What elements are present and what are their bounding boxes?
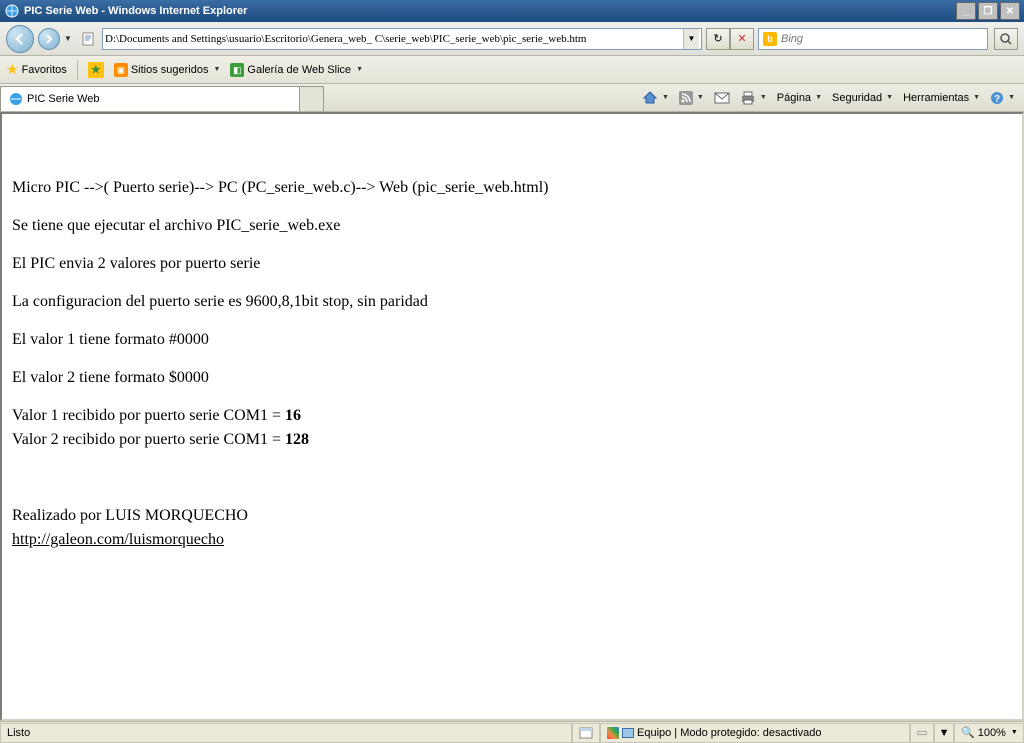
minimize-button[interactable]: _	[956, 2, 976, 20]
svg-text:?: ?	[994, 94, 1000, 105]
status-zone[interactable]: Equipo | Modo protegido: desactivado	[600, 723, 910, 743]
author-line: Realizado por LUIS MORQUECHO	[12, 504, 1012, 528]
pagina-label: Página	[777, 92, 811, 104]
refresh-button[interactable]: ↻	[706, 28, 730, 50]
nav-bar: ▼ ▼ ↻ ✕ b	[0, 22, 1024, 56]
zoom-icon: 🔍	[961, 726, 975, 739]
page-line-1: Micro PIC -->( Puerto serie)--> PC (PC_s…	[12, 176, 1012, 200]
progress-icon	[917, 727, 927, 739]
status-ready-text: Listo	[7, 727, 30, 739]
maximize-button[interactable]: ❐	[978, 2, 998, 20]
window-controls: _ ❐ ✕	[956, 2, 1020, 20]
herramientas-label: Herramientas	[903, 92, 969, 104]
favorites-label: Favoritos	[22, 64, 67, 76]
page-line-4: La configuracion del puerto serie es 960…	[12, 290, 1012, 314]
mail-button[interactable]	[711, 90, 733, 106]
rss-icon	[679, 91, 693, 105]
status-bar: Listo Equipo | Modo protegido: desactiva…	[0, 721, 1024, 743]
feeds-button[interactable]: ▼	[676, 89, 707, 107]
chevron-down-icon: ▼	[213, 66, 220, 73]
monitor-icon	[622, 728, 634, 738]
add-favorite-icon: ★	[88, 62, 104, 78]
tab-command-bar: PIC Serie Web ▼ ▼ ▼ Página ▼ Seguridad ▼…	[0, 84, 1024, 112]
nav-history-dropdown[interactable]: ▼	[64, 34, 76, 43]
valor2-label: Valor 2 recibido por puerto serie COM1 =	[12, 431, 285, 448]
slice-label: Galería de Web Slice	[247, 64, 351, 76]
print-icon	[740, 91, 756, 105]
home-button[interactable]: ▼	[639, 88, 672, 108]
search-input[interactable]	[781, 33, 983, 45]
status-popup-blocker[interactable]	[572, 723, 600, 743]
window-title: PIC Serie Web - Windows Internet Explore…	[24, 5, 956, 17]
content-area: Micro PIC -->( Puerto serie)--> PC (PC_s…	[0, 112, 1024, 721]
window-titlebar: PIC Serie Web - Windows Internet Explore…	[0, 0, 1024, 22]
status-zone-text: Equipo | Modo protegido: desactivado	[637, 727, 821, 739]
herramientas-menu[interactable]: Herramientas ▼	[900, 90, 983, 106]
new-tab-button[interactable]	[300, 86, 324, 111]
seguridad-menu[interactable]: Seguridad ▼	[829, 90, 896, 106]
valor2-value: 128	[285, 431, 309, 448]
help-button[interactable]: ? ▼	[987, 89, 1018, 107]
back-button[interactable]	[6, 25, 34, 53]
stop-button[interactable]: ✕	[730, 28, 754, 50]
favorites-button[interactable]: ★ Favoritos	[6, 61, 67, 78]
page-body: Micro PIC -->( Puerto serie)--> PC (PC_s…	[4, 116, 1020, 574]
web-slice-icon: ◧	[230, 63, 244, 77]
favorites-bar: ★ Favoritos ★ ▣ Sitios sugeridos ▼ ◧ Gal…	[0, 56, 1024, 84]
mail-icon	[714, 92, 730, 104]
valor1-label: Valor 1 recibido por puerto serie COM1 =	[12, 407, 285, 424]
page-icon	[80, 31, 96, 47]
zoom-level[interactable]: 🔍 100% ▼	[954, 723, 1024, 743]
chevron-down-icon: ▼	[356, 66, 363, 73]
forward-button[interactable]	[38, 28, 60, 50]
bing-icon: b	[763, 32, 777, 46]
status-ready: Listo	[0, 723, 572, 743]
address-box: ▼	[102, 28, 702, 50]
star-icon: ★	[6, 61, 19, 78]
sites-icon: ▣	[114, 63, 128, 77]
search-box: b	[758, 28, 988, 50]
address-input[interactable]	[105, 33, 683, 45]
address-dropdown[interactable]: ▼	[683, 29, 699, 49]
print-button[interactable]: ▼	[737, 89, 770, 107]
page-line-5: El valor 1 tiene formato #0000	[12, 328, 1012, 352]
home-icon	[642, 90, 658, 106]
stop-icon: ✕	[737, 32, 746, 45]
separator	[77, 60, 78, 80]
zoom-dropdown[interactable]: ▼	[934, 723, 954, 743]
pagina-menu[interactable]: Página ▼	[774, 90, 825, 106]
add-favorite-button[interactable]: ★	[88, 62, 104, 78]
sitios-label: Sitios sugeridos	[131, 64, 209, 76]
tab-pic-serie-web[interactable]: PIC Serie Web	[0, 86, 300, 111]
status-progress	[910, 723, 934, 743]
refresh-icon: ↻	[713, 32, 722, 45]
tab-title: PIC Serie Web	[27, 93, 100, 105]
page-line-2: Se tiene que ejecutar el archivo PIC_ser…	[12, 214, 1012, 238]
ie-page-icon	[9, 92, 23, 106]
magnifier-icon	[999, 32, 1013, 46]
search-button[interactable]	[994, 28, 1018, 50]
command-bar: ▼ ▼ ▼ Página ▼ Seguridad ▼ Herramientas …	[639, 84, 1024, 111]
page-line-3: El PIC envia 2 valores por puerto serie	[12, 252, 1012, 276]
web-slice-button[interactable]: ◧ Galería de Web Slice ▼	[230, 63, 363, 77]
help-icon: ?	[990, 91, 1004, 105]
close-button[interactable]: ✕	[1000, 2, 1020, 20]
author-link[interactable]: http://galeon.com/luismorquecho	[12, 531, 224, 548]
sitios-sugeridos-button[interactable]: ▣ Sitios sugeridos ▼	[114, 63, 221, 77]
seguridad-label: Seguridad	[832, 92, 882, 104]
zoom-text: 100%	[978, 727, 1006, 739]
shield-icon	[607, 727, 619, 739]
page-line-6: El valor 2 tiene formato $0000	[12, 366, 1012, 390]
popup-icon	[579, 727, 593, 739]
valor1-value: 16	[285, 407, 301, 424]
ie-logo-icon	[4, 3, 20, 19]
